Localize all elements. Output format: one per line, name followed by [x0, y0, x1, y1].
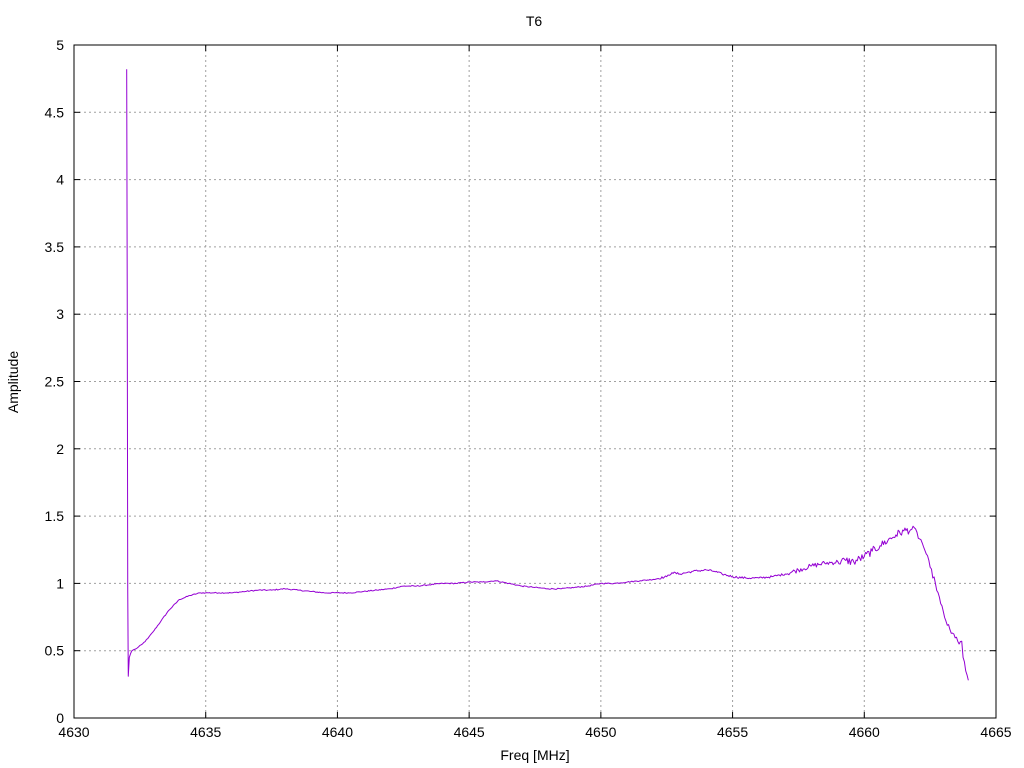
x-axis-label: Freq [MHz]: [500, 747, 569, 763]
x-tick-label: 4660: [849, 724, 880, 740]
y-tick-label: 5: [56, 37, 64, 53]
y-axis-label: Amplitude: [5, 351, 21, 413]
y-tick-label: 2.5: [45, 374, 65, 390]
x-tick-label: 4630: [58, 724, 89, 740]
x-tick-label: 4650: [585, 724, 616, 740]
chart: T6 4630 4635 4640 4645 4650 4655 4660 4665 0 0.5 1…: [5, 13, 1012, 763]
chart-title: T6: [526, 13, 543, 29]
y-tick-label: 0.5: [45, 643, 65, 659]
x-tick-label: 4640: [322, 724, 353, 740]
y-tick-label: 4.5: [45, 104, 65, 120]
y-tick-label: 3.5: [45, 239, 65, 255]
series: [126, 69, 969, 681]
y-tick-label: 0: [56, 710, 64, 726]
y-tick-label: 3: [56, 306, 64, 322]
x-tick-label: 4655: [717, 724, 748, 740]
y-tick-label: 1: [56, 575, 64, 591]
y-tick-label: 1.5: [45, 508, 65, 524]
ticks: 4630 4635 4640 4645 4650 4655 4660 4665 0 0.5 1 1.5…: [45, 37, 1012, 740]
x-tick-label: 4645: [454, 724, 485, 740]
x-tick-label: 4665: [980, 724, 1011, 740]
y-tick-label: 4: [56, 172, 64, 188]
y-tick-label: 2: [56, 441, 64, 457]
x-tick-label: 4635: [190, 724, 221, 740]
grid: [74, 45, 996, 718]
series-line: [126, 69, 969, 681]
